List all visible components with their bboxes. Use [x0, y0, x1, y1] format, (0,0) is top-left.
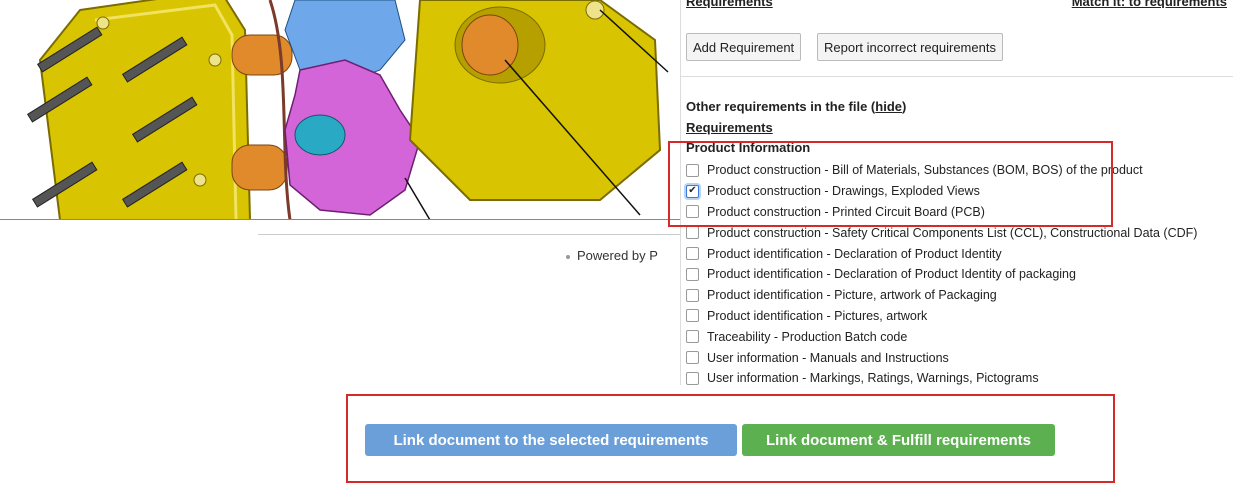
requirements-header-row: Requirements Match it: to requirements: [686, 0, 1233, 8]
list-item[interactable]: Traceability - Production Batch code: [686, 326, 1197, 347]
other-requirements-title: Other requirements in the file (hide): [686, 99, 907, 114]
list-item[interactable]: Product identification - Declaration of …: [686, 264, 1197, 285]
match-header-link[interactable]: Match it: to requirements: [1072, 0, 1227, 8]
requirements-link[interactable]: Requirements: [686, 120, 773, 135]
powered-by-text: Powered by P: [566, 248, 658, 263]
requirement-checkbox[interactable]: [686, 371, 699, 385]
list-item[interactable]: User information - Markings, Ratings, Wa…: [686, 368, 1197, 389]
bullet-icon: [566, 254, 570, 259]
list-item[interactable]: Product identification - Declaration of …: [686, 243, 1197, 264]
footer-rule: [258, 234, 680, 235]
list-item[interactable]: Product identification - Picture, artwor…: [686, 285, 1197, 306]
requirements-header-link[interactable]: Requirements: [686, 0, 773, 8]
requirement-checkbox[interactable]: [686, 288, 699, 302]
link-fulfill-button[interactable]: Link document & Fulfill requirements: [742, 424, 1055, 456]
requirement-checkbox[interactable]: [686, 351, 699, 365]
list-item[interactable]: Product identification - Pictures, artwo…: [686, 306, 1197, 327]
image-bottom-rule: [0, 219, 680, 220]
exploded-view-drawing: [0, 0, 670, 220]
requirement-checkbox[interactable]: [686, 226, 699, 240]
gear-pump-illustration: [26, 0, 669, 220]
highlight-box-requirements: [668, 141, 1113, 227]
requirement-checkbox[interactable]: [686, 247, 699, 261]
section-separator: [680, 76, 1233, 77]
requirement-checkbox[interactable]: [686, 330, 699, 344]
hide-link[interactable]: hide: [875, 99, 902, 114]
requirement-checkbox[interactable]: [686, 267, 699, 281]
link-selected-button[interactable]: Link document to the selected requiremen…: [365, 424, 737, 456]
list-item[interactable]: User information - Manuals and Instructi…: [686, 347, 1197, 368]
report-incorrect-button[interactable]: Report incorrect requirements: [817, 33, 1003, 61]
requirement-checkbox[interactable]: [686, 309, 699, 323]
add-requirement-button[interactable]: Add Requirement: [686, 33, 802, 61]
